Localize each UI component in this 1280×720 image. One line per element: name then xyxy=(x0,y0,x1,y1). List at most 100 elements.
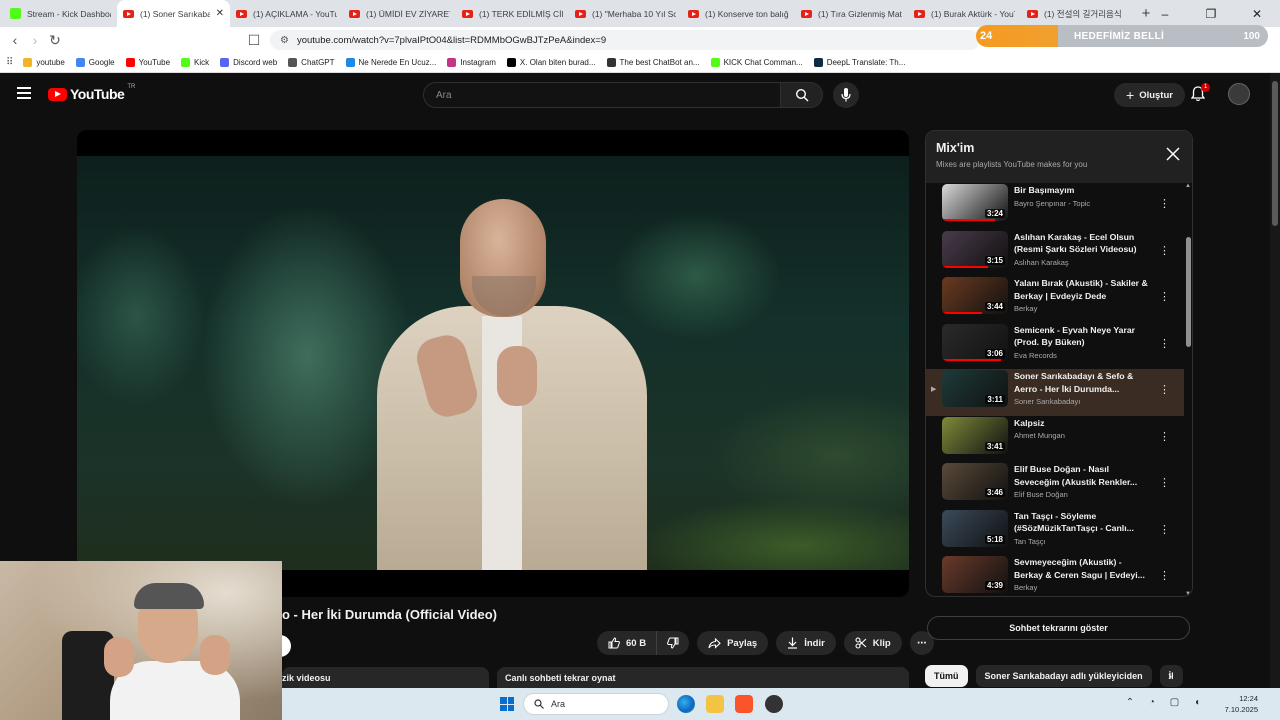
taskbar-clock[interactable]: 12:24 7.10.2025 xyxy=(1225,693,1258,715)
bookmark-item[interactable]: ChatGPT xyxy=(288,58,335,67)
more-vertical-icon[interactable]: ⋮ xyxy=(1159,430,1170,443)
scrollbar-thumb[interactable] xyxy=(1186,237,1191,347)
playlist-item[interactable]: 3:06 Semicenk - Eyvah Neye Yarar (Prod. B… xyxy=(926,323,1184,370)
more-vertical-icon[interactable]: ⋮ xyxy=(1159,197,1170,210)
browser-tab[interactable]: (1) 전설의 길거리음식 xyxy=(1021,0,1134,27)
video-thumbnail[interactable]: 3:46 xyxy=(942,463,1008,500)
browser-tab[interactable]: (1) AÇIKLAMA - YouTube xyxy=(230,0,343,27)
avatar[interactable] xyxy=(1228,83,1250,105)
playlist-item[interactable]: 3:41 Kalpsiz Ahmet Mungan ⋮ xyxy=(926,416,1184,463)
clip-button[interactable]: Klip xyxy=(843,631,902,655)
file-explorer-icon[interactable] xyxy=(706,695,724,713)
url-bar[interactable]: ⚙ youtube.com/watch?v=7plvaIPtO04&list=R… xyxy=(270,30,980,50)
more-vertical-icon[interactable]: ⋮ xyxy=(1159,383,1170,396)
chevron-right-icon[interactable]: › xyxy=(1168,669,1172,683)
browser-tab[interactable]: (1) TERK EDİLMİŞ CİNCİ xyxy=(456,0,569,27)
taskbar-search[interactable]: Ara xyxy=(523,693,669,715)
forward-icon[interactable]: › xyxy=(25,32,45,48)
region-code: TR xyxy=(127,84,136,90)
bookmark-item[interactable]: Kick xyxy=(181,58,209,67)
dislike-button[interactable] xyxy=(657,631,690,655)
browser-tab[interactable]: (1) Tıra Gizlenmiş Mat xyxy=(795,0,908,27)
playlist-item[interactable]: 3:15 Aslıhan Karakaş - Ecel Olsun (Resmi … xyxy=(926,230,1184,277)
playlist-item[interactable]: 5:18 Tan Taşçı - Söyleme (#SözMüzikTanTaş… xyxy=(926,509,1184,556)
playlist-item[interactable]: 4:39 Sevmeyeceğim (Akustik) - Berkay & Ce… xyxy=(926,555,1184,596)
maximize-button[interactable]: ❐ xyxy=(1188,7,1234,21)
mix-subtitle: Mixes are playlists YouTube makes for yo… xyxy=(936,160,1088,169)
browser-tab[interactable]: (1) Burak Aktürk - YouTube xyxy=(908,0,1021,27)
site-info-icon[interactable]: ⚙ xyxy=(280,35,289,46)
reload-icon[interactable]: ↻ xyxy=(45,32,65,49)
like-button[interactable]: 60 B xyxy=(597,631,658,655)
bookmark-label: Kick xyxy=(194,58,210,67)
browser-tab[interactable]: Stream - Kick Dashboard xyxy=(4,0,117,27)
bookmark-item[interactable]: X. Olan biten burad... xyxy=(506,58,596,67)
video-thumbnail[interactable]: 3:06 xyxy=(942,323,1008,361)
playlist-item[interactable]: 3:44 Yalanı Bırak (Akustik) - Sakiler & B… xyxy=(926,276,1184,323)
bookmark-item[interactable]: The best ChatBot an... xyxy=(606,58,700,67)
goal-level: 24 xyxy=(980,30,993,42)
search-input[interactable]: Ara xyxy=(423,82,781,108)
watch-progress-bar xyxy=(942,358,1002,361)
bookmark-page-icon[interactable]: ☐ xyxy=(244,32,264,49)
bookmark-item[interactable]: Instagram xyxy=(447,58,496,67)
close-window-button[interactable]: ✕ xyxy=(1234,7,1280,21)
video-thumbnail[interactable]: 3:44 xyxy=(942,277,1008,314)
playlist-item[interactable]: ▶ 3:11 Soner Sarıkabadayı & Sefo & Aerro -… xyxy=(926,369,1184,416)
notifications-button[interactable]: 1 xyxy=(1190,83,1211,107)
bookmark-item[interactable]: Ne Nerede En Ucuz... xyxy=(345,58,436,67)
mix-scrollbar[interactable]: ▲ ▼ xyxy=(1184,183,1192,596)
video-thumbnail[interactable]: 3:24 xyxy=(942,184,1008,221)
video-thumbnail[interactable]: 3:11 xyxy=(942,370,1008,407)
video-thumbnail[interactable]: 4:39 xyxy=(942,556,1008,593)
voice-search-button[interactable] xyxy=(833,82,859,108)
create-button[interactable]: + Oluştur xyxy=(1114,83,1185,107)
video-player[interactable] xyxy=(77,130,909,597)
more-vertical-icon[interactable]: ⋮ xyxy=(1159,337,1170,350)
bookmark-item[interactable]: YouTube xyxy=(125,58,170,67)
edge-icon[interactable] xyxy=(677,695,695,713)
more-vertical-icon[interactable]: ⋮ xyxy=(1159,569,1170,582)
show-chat-replay-button[interactable]: Sohbet tekrarını göster xyxy=(927,616,1190,640)
video-thumbnail[interactable]: 3:41 xyxy=(942,416,1008,454)
scroll-up-icon[interactable]: ▲ xyxy=(1185,183,1191,189)
more-vertical-icon[interactable]: ⋮ xyxy=(1159,244,1170,257)
start-button[interactable] xyxy=(500,697,514,711)
download-button[interactable]: İndir xyxy=(776,631,836,655)
filter-chip[interactable]: Tümü xyxy=(925,665,968,687)
share-button[interactable]: Paylaş xyxy=(697,631,769,655)
back-icon[interactable]: ‹ xyxy=(5,32,25,48)
playlist-item[interactable]: 3:46 Elif Buse Doğan - Nasıl Seveceğim (A… xyxy=(926,462,1184,509)
browser-tab[interactable]: (1) "Merhaba 10 Yıl Sonra xyxy=(569,0,682,27)
bookmark-item[interactable]: Google xyxy=(75,58,115,67)
filter-chip[interactable]: Soner Sarıkabadayı adlı yükleyiciden xyxy=(975,665,1152,687)
system-tray-icons[interactable]: ⌃ ◔ ▢ ◖ xyxy=(1126,697,1206,708)
browser-tab[interactable]: (1) ÜMİDİ EV ZİYARETİ xyxy=(343,0,456,27)
more-vertical-icon[interactable]: ⋮ xyxy=(1159,290,1170,303)
brave-browser-icon[interactable] xyxy=(735,695,753,713)
browser-tab[interactable]: (1) Soner Sarıkabadayı ✕ xyxy=(117,0,230,27)
youtube-logo[interactable]: YouTube TR xyxy=(48,84,136,102)
page-scrollbar-thumb[interactable] xyxy=(1272,81,1278,226)
search-button[interactable] xyxy=(781,82,823,108)
apps-icon[interactable]: ⠿ xyxy=(6,57,13,68)
bookmark-item[interactable]: KICK Chat Comman... xyxy=(710,58,803,67)
video-thumbnail[interactable]: 5:18 xyxy=(942,509,1008,547)
bookmark-item[interactable]: youtube xyxy=(23,58,65,67)
obs-icon[interactable] xyxy=(765,695,783,713)
chat-replay-card[interactable]: Canlı sohbeti tekrar oynat xyxy=(497,667,909,690)
close-tab-icon[interactable]: ✕ xyxy=(216,8,224,19)
bookmark-item[interactable]: DeepL Translate: Th... xyxy=(813,58,905,67)
browser-tab[interactable]: (1) Konserve ton balığı xyxy=(682,0,795,27)
more-vertical-icon[interactable]: ⋮ xyxy=(1159,476,1170,489)
playlist-item[interactable]: 3:24 Bir Başımayım Bayro Şenpınar - Topic ⋮ xyxy=(926,183,1184,230)
hamburger-menu-icon[interactable] xyxy=(17,87,31,99)
more-vertical-icon[interactable]: ⋮ xyxy=(1159,523,1170,536)
page-scrollbar[interactable] xyxy=(1270,73,1280,690)
description-card[interactable]: zik videosu xyxy=(282,667,489,690)
video-thumbnail[interactable]: 3:15 xyxy=(942,230,1008,268)
scroll-down-icon[interactable]: ▼ xyxy=(1185,591,1191,596)
close-icon[interactable] xyxy=(1166,147,1180,161)
minimize-button[interactable]: – xyxy=(1142,7,1188,21)
bookmark-item[interactable]: Discord web xyxy=(220,58,277,67)
